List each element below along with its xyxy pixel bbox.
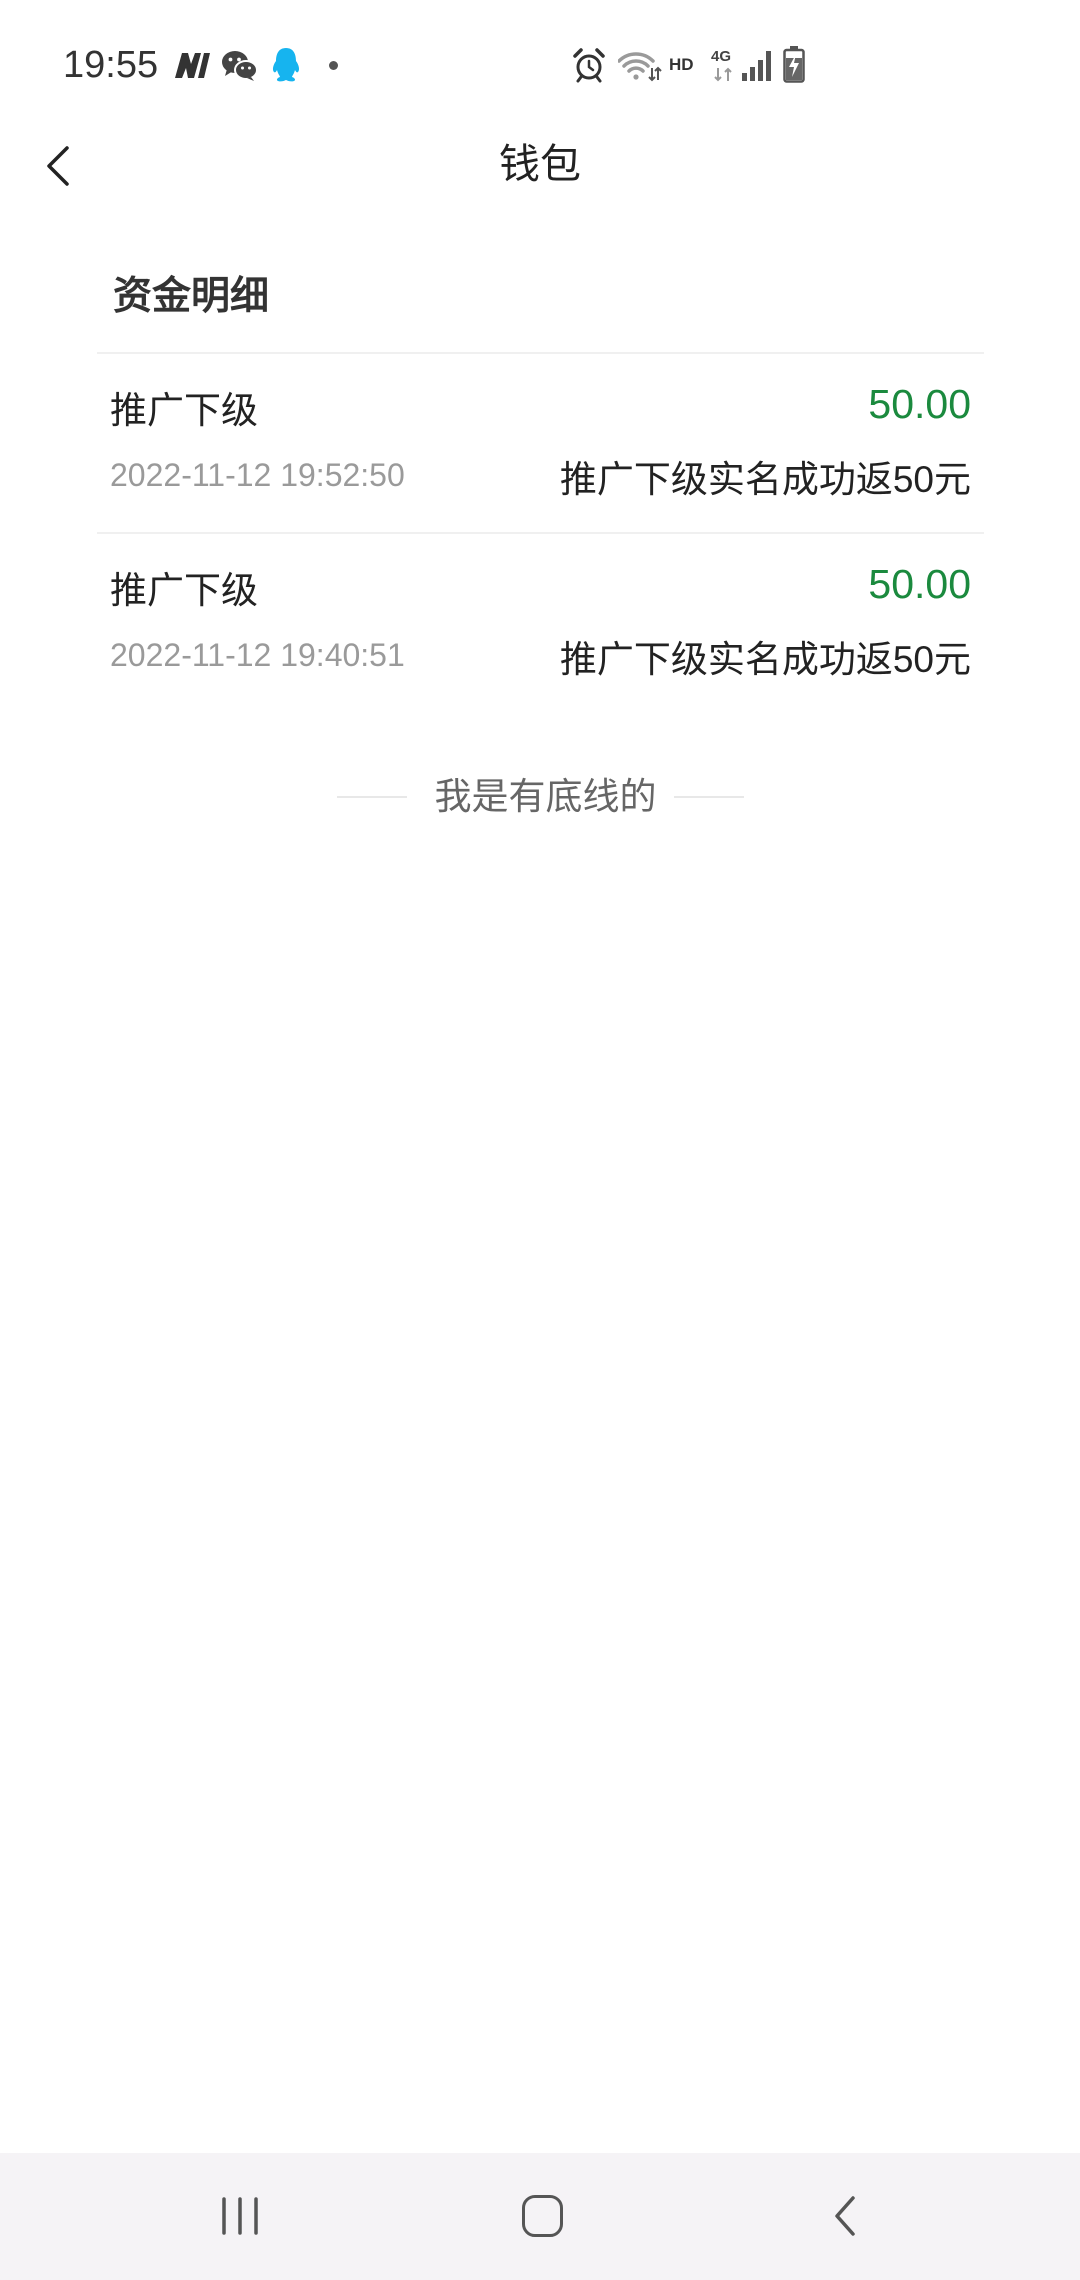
- end-of-list-text: 我是有底线的: [434, 776, 657, 817]
- transaction-title: 推广下级: [110, 570, 258, 611]
- wechat-icon: [222, 51, 258, 81]
- recent-apps-button[interactable]: [210, 2181, 270, 2251]
- home-button[interactable]: [507, 2181, 577, 2251]
- status-bar: 19:55 HD 4G: [0, 0, 1080, 130]
- alarm-icon: [573, 48, 605, 83]
- divider-line: [336, 796, 407, 798]
- data-arrows-icon: [714, 67, 732, 82]
- 4g-label: 4G: [711, 48, 732, 65]
- transaction-datetime: 2022-11-12 19:52:50: [110, 457, 405, 493]
- end-of-list-indicator: 我是有底线的: [0, 775, 1080, 819]
- qq-icon: [272, 48, 300, 82]
- status-time: 19:55: [63, 44, 159, 86]
- system-back-button[interactable]: [815, 2181, 875, 2251]
- transaction-amount: 50.00: [868, 381, 971, 427]
- system-nav-bar: [0, 2153, 1080, 2280]
- transaction-row: 推广下级 50.00 2022-11-12 19:52:50 推广下级实名成功返…: [97, 352, 984, 532]
- page-title: 钱包: [499, 141, 581, 187]
- divider-line: [673, 796, 744, 798]
- transaction-datetime: 2022-11-12 19:40:51: [110, 637, 405, 673]
- back-icon: [835, 2196, 855, 2236]
- battery-charging-icon: [783, 46, 805, 83]
- notification-dot: [329, 61, 338, 70]
- transaction-row: 推广下级 50.00 2022-11-12 19:40:51 推广下级实名成功返…: [97, 532, 984, 712]
- wifi-icon: [618, 52, 662, 82]
- app-notification-icon: [175, 53, 210, 78]
- transaction-description: 推广下级实名成功返50元: [559, 459, 971, 500]
- recent-apps-icon: [222, 2197, 258, 2235]
- hd-label: HD: [669, 55, 694, 74]
- transaction-description: 推广下级实名成功返50元: [559, 639, 971, 680]
- signal-icon: [742, 51, 771, 81]
- section-title: 资金明细: [113, 275, 270, 318]
- transaction-amount: 50.00: [868, 561, 971, 607]
- home-icon: [521, 2195, 563, 2237]
- transaction-title: 推广下级: [110, 390, 258, 431]
